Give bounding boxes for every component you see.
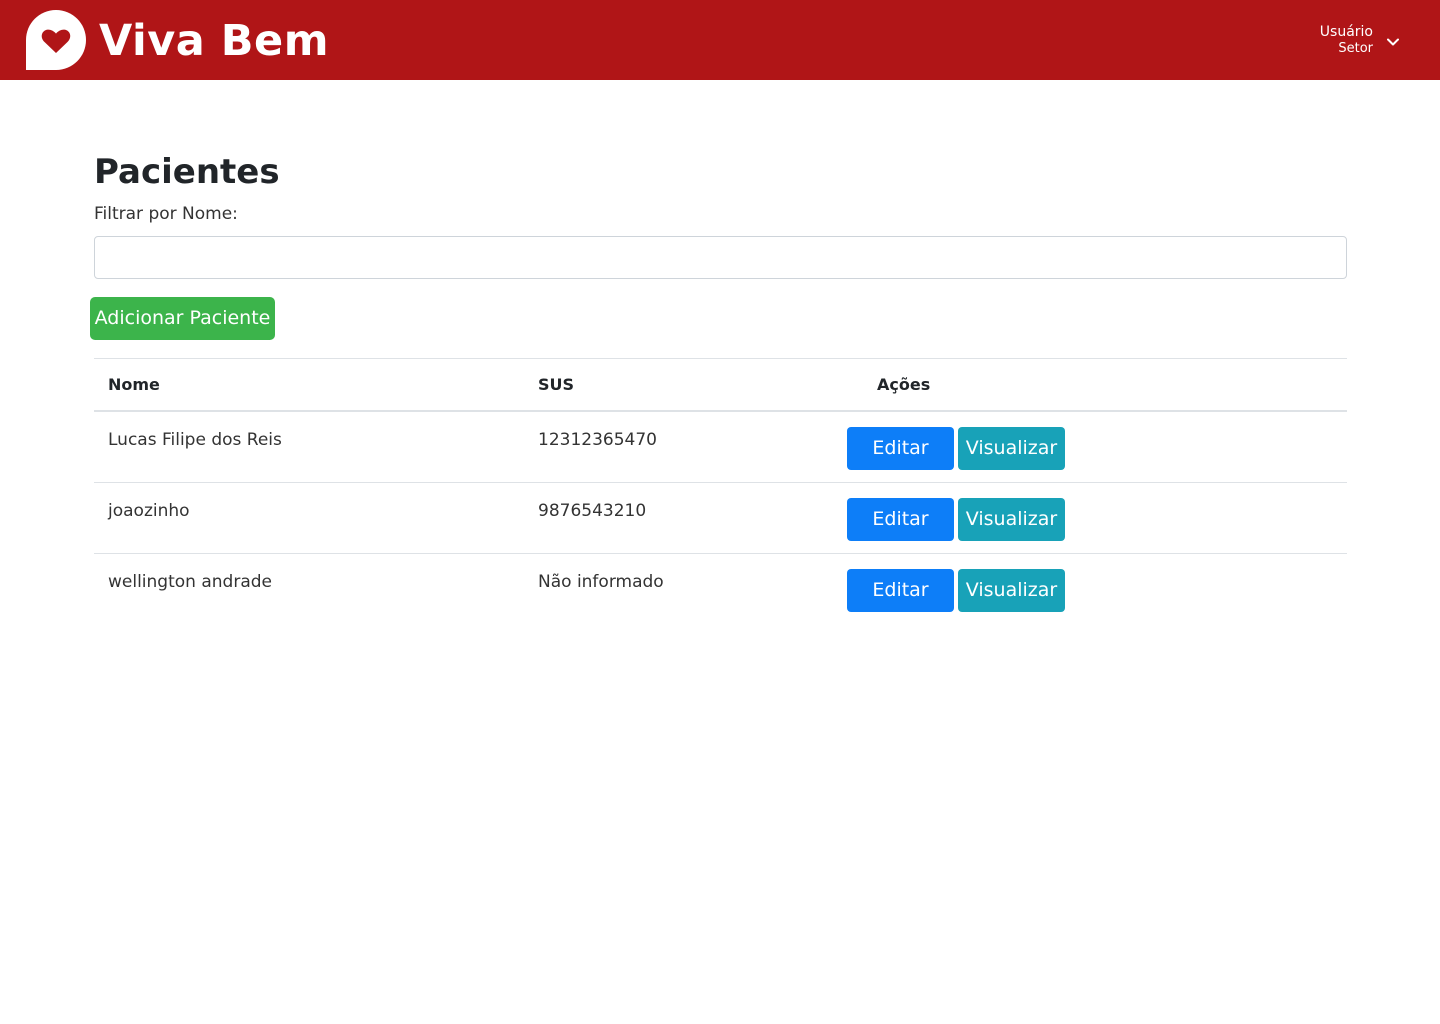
patient-sus: 12312365470 [538,430,657,450]
column-header-sus: SUS [538,375,575,394]
edit-button[interactable]: Editar [847,569,954,612]
user-menu[interactable]: Usuário Setor [1300,22,1410,62]
view-button[interactable]: Visualizar [958,498,1065,541]
add-patient-button[interactable]: Adicionar Paciente [90,297,275,340]
edit-button[interactable]: Editar [847,427,954,470]
heart-chat-icon[interactable] [24,8,88,72]
column-header-acoes: Ações [877,375,931,394]
column-header-nome: Nome [108,375,160,394]
page-title: Pacientes [94,152,280,192]
filter-label: Filtrar por Nome: [94,204,238,224]
patient-name: joaozinho [108,501,190,521]
table-row: joaozinho 9876543210 Editar Visualizar [94,483,1347,554]
view-button[interactable]: Visualizar [958,569,1065,612]
patient-sus: 9876543210 [538,501,647,521]
patient-sus: Não informado [538,572,664,592]
patient-name: wellington andrade [108,572,272,592]
patient-name: Lucas Filipe dos Reis [108,430,282,450]
top-navbar: Viva Bem Usuário Setor [0,0,1440,80]
brand-name[interactable]: Viva Bem [99,14,329,68]
edit-button[interactable]: Editar [847,498,954,541]
table-row: Lucas Filipe dos Reis 12312365470 Editar… [94,412,1347,483]
table-divider [94,358,1347,359]
filter-name-input[interactable] [94,236,1347,279]
view-button[interactable]: Visualizar [958,427,1065,470]
chevron-down-icon[interactable] [1386,35,1400,49]
user-name: Usuário [1319,24,1373,40]
user-role: Setor [1338,41,1373,56]
table-row: wellington andrade Não informado Editar … [94,554,1347,625]
